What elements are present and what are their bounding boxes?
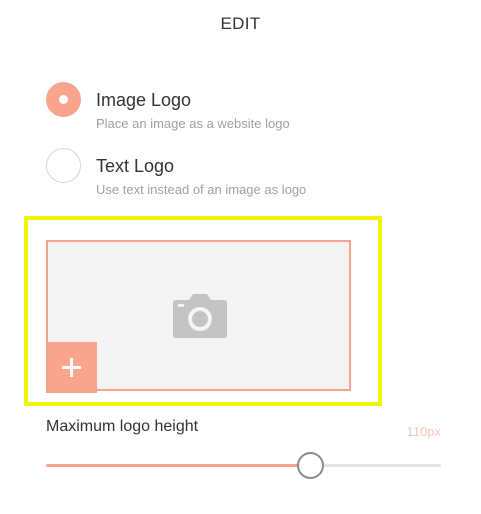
plus-icon bbox=[62, 358, 81, 377]
text-logo-radio[interactable] bbox=[46, 148, 81, 183]
camera-icon bbox=[172, 293, 228, 339]
slider-thumb[interactable] bbox=[297, 452, 324, 479]
logo-height-slider[interactable] bbox=[46, 452, 441, 480]
image-logo-radio[interactable] bbox=[46, 82, 81, 117]
text-logo-option[interactable]: Text Logo Use text instead of an image a… bbox=[46, 148, 426, 197]
logo-height-label: Maximum logo height bbox=[46, 418, 199, 435]
image-logo-description: Place an image as a website logo bbox=[96, 116, 290, 131]
logo-height-value: 110px bbox=[406, 424, 441, 439]
text-logo-label: Text Logo bbox=[96, 156, 175, 176]
slider-fill bbox=[46, 464, 311, 467]
radio-selected-dot bbox=[59, 95, 68, 104]
logo-image-dropzone[interactable] bbox=[46, 240, 351, 393]
text-logo-description: Use text instead of an image as logo bbox=[96, 182, 307, 197]
image-logo-label: Image Logo bbox=[96, 90, 192, 110]
add-image-button[interactable] bbox=[46, 342, 97, 393]
image-logo-option[interactable]: Image Logo Place an image as a website l… bbox=[46, 82, 426, 131]
panel-title: EDIT bbox=[220, 14, 261, 33]
